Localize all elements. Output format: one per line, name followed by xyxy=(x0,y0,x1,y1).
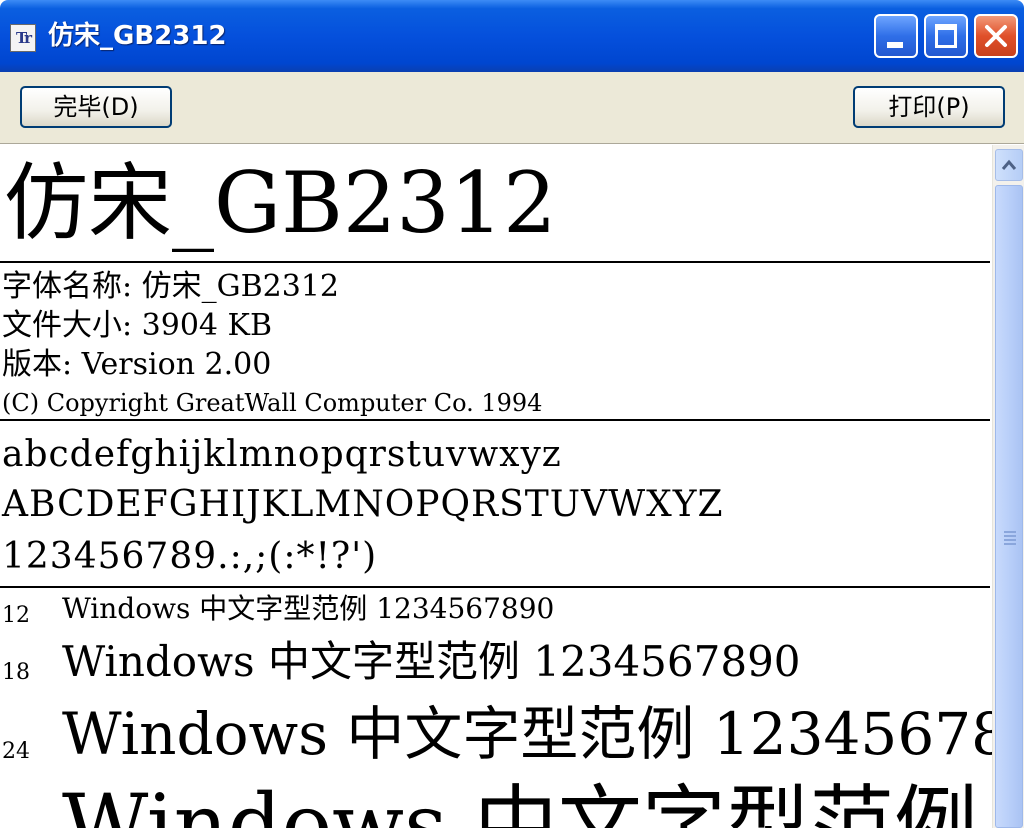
chevron-up-icon xyxy=(1001,159,1017,170)
font-preview-pane: 仿宋_GB2312 字体名称: 仿宋_GB2312 文件大小: 3904 KB … xyxy=(0,145,992,828)
sample-text-36: Windows 中文字型范例 1234567890 xyxy=(62,776,992,828)
minimize-icon xyxy=(887,42,903,48)
file-size-info: 文件大小: 3904 KB xyxy=(2,308,272,343)
sample-text-24: Windows 中文字型范例 1234567890 xyxy=(62,700,992,768)
maximize-icon xyxy=(935,24,957,48)
font-sample-title: 仿宋_GB2312 xyxy=(4,154,557,252)
window-title: 仿宋_GB2312 xyxy=(48,21,227,51)
version-info: 版本: Version 2.00 xyxy=(2,347,272,382)
digits-sample: 123456789.:,;(:*!?') xyxy=(2,536,378,577)
close-button[interactable] xyxy=(974,14,1018,58)
minimize-button[interactable] xyxy=(874,14,918,58)
close-icon xyxy=(985,25,1007,47)
copyright-info: (C) Copyright GreatWall Computer Co. 199… xyxy=(2,389,543,417)
sample-text-18: Windows 中文字型范例 1234567890 xyxy=(62,637,801,686)
print-button[interactable]: 打印(P) xyxy=(853,86,1005,128)
divider xyxy=(0,419,990,421)
scroll-thumb[interactable] xyxy=(995,185,1023,828)
divider xyxy=(0,261,990,263)
vertical-scrollbar[interactable] xyxy=(992,145,1024,828)
lowercase-sample: abcdefghijklmnopqrstuvwxyz xyxy=(2,434,562,475)
font-name-info: 字体名称: 仿宋_GB2312 xyxy=(2,269,340,304)
maximize-button[interactable] xyxy=(924,14,968,58)
grip-icon xyxy=(1004,531,1016,545)
sample-size-label: 12 xyxy=(2,603,30,628)
uppercase-sample: ABCDEFGHIJKLMNOPQRSTUVWXYZ xyxy=(2,484,724,525)
sample-size-label: 24 xyxy=(2,739,30,764)
done-button[interactable]: 完毕(D) xyxy=(20,86,172,128)
divider xyxy=(0,586,990,588)
font-file-icon[interactable]: Tr xyxy=(10,24,36,52)
title-bar[interactable]: Tr 仿宋_GB2312 xyxy=(0,0,1024,72)
scroll-up-button[interactable] xyxy=(995,149,1023,181)
sample-text-12: Windows 中文字型范例 1234567890 xyxy=(62,592,555,625)
sample-size-label: 18 xyxy=(2,660,30,685)
toolbar: 完毕(D) 打印(P) xyxy=(0,72,1024,144)
